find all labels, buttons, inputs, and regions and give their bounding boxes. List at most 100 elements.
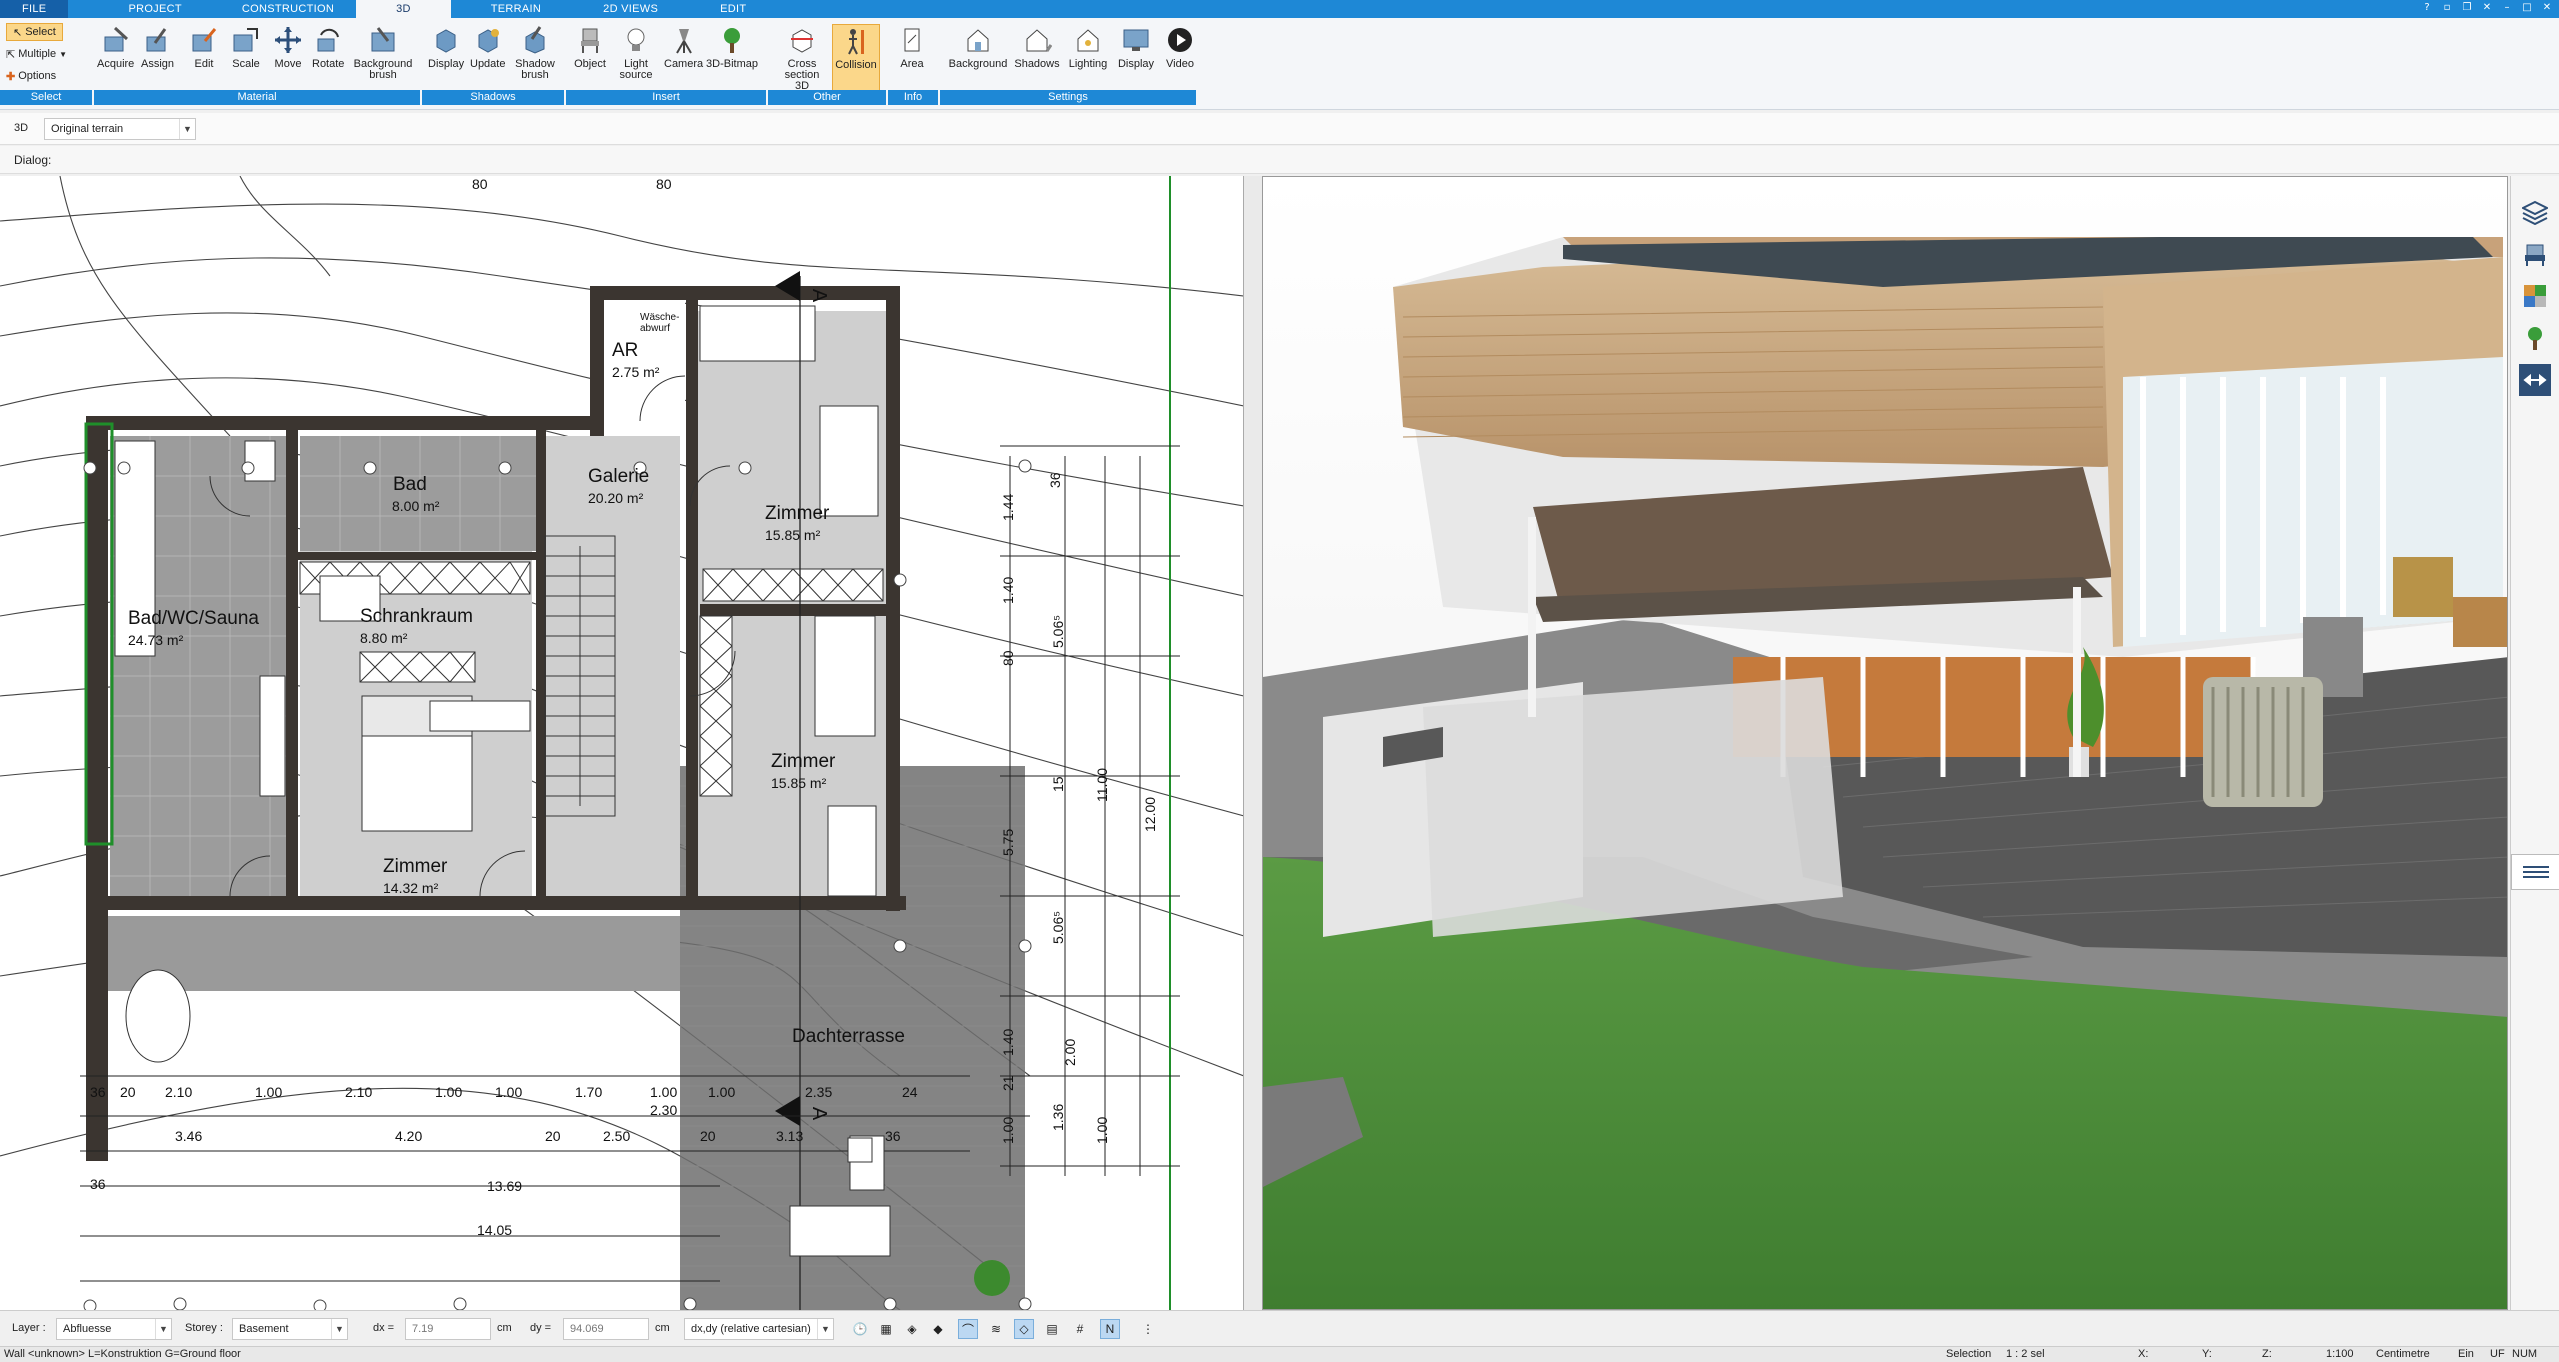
help-icon[interactable]: ?	[2421, 1, 2433, 14]
floor-plan-view[interactable]: AR 2.75 m² Wäsche-abwurf Bad 8.00 m² Gal…	[0, 176, 1244, 1310]
brush-assign-icon	[146, 28, 166, 52]
snap-object-icon[interactable]: ◆	[928, 1319, 948, 1339]
panel-handle-icon[interactable]	[2511, 854, 2559, 890]
object-button[interactable]: Object	[574, 24, 606, 94]
options-button[interactable]: ✚ Options	[6, 67, 56, 85]
dx-unit: cm	[497, 1322, 512, 1334]
collision-button[interactable]: Collision	[832, 24, 880, 94]
mdi-close-icon[interactable]: ✕	[2481, 1, 2493, 14]
video-button[interactable]: Video	[1160, 24, 1200, 94]
snap-curve-icon[interactable]: ⌒	[958, 1319, 978, 1339]
snap-line-icon[interactable]: ≋	[986, 1319, 1006, 1339]
terrain-select[interactable]: Original terrain ▼	[44, 118, 196, 140]
cross-section-3d-button[interactable]: Cross section 3D	[778, 24, 826, 94]
background-settings-button[interactable]: Background	[946, 24, 1010, 94]
grid-icon[interactable]: #	[1070, 1319, 1090, 1339]
dim-b2-5: 3.13	[776, 1128, 804, 1144]
layer-select[interactable]: Abfluesse ▼	[56, 1318, 172, 1340]
right-dock	[2510, 176, 2559, 1310]
move-button[interactable]: Move	[272, 24, 304, 94]
room-ar-area: 2.75 m²	[612, 364, 660, 380]
3d-view[interactable]	[1262, 176, 2508, 1310]
view-mode-label: 3D	[14, 122, 29, 134]
tab-3d[interactable]: 3D	[356, 0, 451, 18]
tab-edit[interactable]: EDIT	[680, 0, 768, 18]
group-info: Info	[888, 90, 938, 105]
dim-b1-3: 1.00	[255, 1084, 283, 1100]
dim-r-10: 1.40	[1000, 1028, 1016, 1056]
hatch-icon[interactable]: ▤	[1042, 1319, 1062, 1339]
cursor-icon: ↖	[13, 26, 23, 39]
materials-palette-icon[interactable]	[2519, 280, 2551, 312]
dim-b1-11: 24	[902, 1084, 918, 1100]
edit-material-button[interactable]: Edit	[188, 24, 220, 94]
area-button[interactable]: Area	[896, 24, 928, 94]
update-shadows-button[interactable]: Update	[470, 24, 505, 94]
coordinate-mode-select[interactable]: dx,dy (relative cartesian) ▼	[684, 1318, 834, 1340]
multiple-dropdown[interactable]: ⇱ Multiple ▼	[6, 45, 67, 63]
more-options-icon[interactable]: ⋮	[1138, 1319, 1158, 1339]
chevron-down-icon: ▼	[179, 119, 195, 139]
assign-button[interactable]: Assign	[141, 24, 174, 94]
background-brush-button[interactable]: Background brush	[350, 24, 416, 94]
dim-r-13: 1.00	[1000, 1116, 1016, 1144]
multi-select-icon: ⇱	[6, 48, 16, 61]
view-splitter[interactable]	[1244, 176, 1262, 1310]
x-coordinate: X:	[2138, 1348, 2149, 1360]
dy-input[interactable]	[563, 1318, 649, 1340]
plant-icon[interactable]	[2519, 322, 2551, 354]
close-icon[interactable]: ✕	[2541, 1, 2553, 14]
room-galerie-name: Galerie	[588, 466, 650, 487]
minimize-icon[interactable]: –	[2501, 1, 2513, 14]
shadow-brush-button[interactable]: Shadow brush	[510, 24, 560, 94]
group-insert: Insert	[566, 90, 766, 105]
camera-button[interactable]: Camera	[664, 24, 703, 94]
group-settings: Settings	[940, 90, 1196, 105]
tab-project[interactable]: PROJECT	[68, 0, 203, 18]
room-bad-name: Bad	[393, 474, 427, 495]
snap-point-icon[interactable]: ◈	[902, 1319, 922, 1339]
rotate-button[interactable]: Rotate	[312, 24, 344, 94]
mdi-restore-icon[interactable]: ❐	[2461, 1, 2473, 14]
group-material: Material	[94, 90, 420, 105]
lighting-settings-button[interactable]: Lighting	[1064, 24, 1112, 94]
layers-icon[interactable]	[2519, 196, 2551, 228]
selection-label: Selection	[1946, 1348, 1992, 1360]
3d-bitmap-button[interactable]: 3D-Bitmap	[704, 24, 760, 94]
dx-input[interactable]	[405, 1318, 491, 1340]
dx-label: dx =	[373, 1322, 395, 1334]
scale-button[interactable]: Scale	[230, 24, 262, 94]
num-indicator: NUM	[2512, 1348, 2538, 1360]
tab-terrain[interactable]: TERRAIN	[451, 0, 563, 18]
north-icon[interactable]: N	[1100, 1319, 1120, 1339]
tab-file[interactable]: FILE	[0, 0, 69, 18]
tab-construction[interactable]: CONSTRUCTION	[204, 0, 356, 18]
scale-icon	[233, 28, 258, 52]
maximize-icon[interactable]: □	[2521, 1, 2533, 14]
tab-2d-views[interactable]: 2D VIEWS	[563, 0, 680, 18]
measure-icon[interactable]	[2519, 364, 2551, 396]
house-background-icon	[967, 29, 989, 52]
room-zimmer-2-area: 15.85 m²	[771, 775, 827, 791]
mdi-minimize-icon[interactable]: ▫	[2441, 1, 2453, 14]
brush-acquire-icon	[104, 26, 128, 52]
dy-unit: cm	[655, 1322, 670, 1334]
display-shadows-button[interactable]: Display	[428, 24, 464, 94]
layer-label: Layer :	[12, 1322, 46, 1334]
dim-r-12: 21	[1000, 1075, 1016, 1091]
light-source-button[interactable]: Light source	[614, 24, 658, 94]
dim-r-7: 11.00	[1094, 768, 1110, 802]
armchair-icon[interactable]	[2519, 238, 2551, 270]
storey-select[interactable]: Basement ▼	[232, 1318, 348, 1340]
room-zimmer-3-area: 14.32 m²	[383, 880, 439, 896]
snap-grid-icon[interactable]: ▦	[876, 1319, 896, 1339]
shadows-settings-button[interactable]: Shadows	[1012, 24, 1062, 94]
clock-icon[interactable]: 🕒	[850, 1319, 870, 1339]
dim-b1-2: 2.10	[165, 1084, 193, 1100]
layer-plane-icon[interactable]: ◇	[1014, 1319, 1034, 1339]
select-button[interactable]: ↖ Select	[6, 23, 63, 41]
display-settings-button[interactable]: Display	[1114, 24, 1158, 94]
room-ar-name: AR	[612, 340, 639, 361]
acquire-button[interactable]: Acquire	[97, 24, 134, 94]
dy-label: dy =	[530, 1322, 552, 1334]
